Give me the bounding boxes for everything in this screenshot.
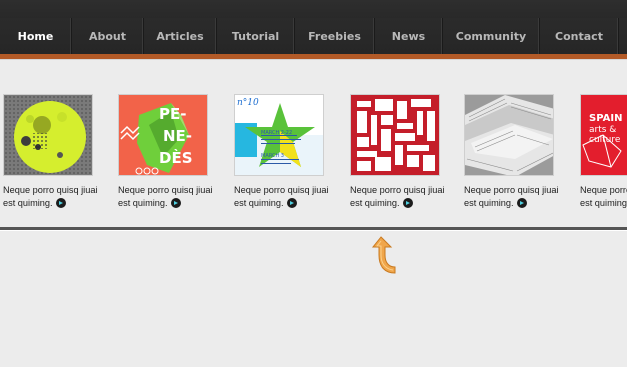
thumbnail-star[interactable]: n°10 MARCH 2-22 MARCH 3 bbox=[234, 94, 324, 176]
penedes-image: PE- NE- DÈS bbox=[119, 95, 207, 175]
yellow-circle-image bbox=[4, 95, 92, 175]
caption-line-2: est quiming. bbox=[350, 198, 400, 208]
item-caption: Neque porro est quiming. bbox=[580, 184, 627, 210]
nav-tutorial[interactable]: Tutorial bbox=[217, 18, 295, 54]
nav-articles-label: Articles bbox=[156, 29, 204, 43]
nav-community-label: Community bbox=[455, 29, 527, 43]
nav-contact-label: Contact bbox=[555, 29, 603, 43]
play-icon[interactable] bbox=[55, 198, 66, 208]
item-caption: Neque porro quisq jiuai est quiming. bbox=[118, 184, 218, 210]
svg-text:culture: culture bbox=[589, 135, 621, 145]
nav-about[interactable]: About bbox=[72, 18, 144, 54]
caption-line-1: Neque porro quisq jiuai bbox=[234, 185, 329, 195]
curved-arrow-icon[interactable] bbox=[371, 233, 401, 277]
featured-carousel: Neque porro quisq jiuai est quiming. PE-… bbox=[0, 94, 627, 220]
svg-text:MARCH 3: MARCH 3 bbox=[261, 153, 284, 159]
play-icon[interactable] bbox=[286, 198, 297, 208]
thumbnail-typography[interactable] bbox=[350, 94, 440, 176]
nav-freebies-label: Freebies bbox=[308, 29, 361, 43]
typography-image bbox=[351, 95, 439, 175]
caption-line-2: est quiming. bbox=[580, 198, 627, 208]
svg-text:SPAIN: SPAIN bbox=[589, 113, 622, 124]
item-caption: Neque porro quisq jiuai est quiming. bbox=[464, 184, 564, 210]
carousel-item[interactable]: Neque porro quisq jiuai est quiming. bbox=[350, 94, 450, 210]
caption-line-2: est quiming. bbox=[464, 198, 514, 208]
nav-community[interactable]: Community bbox=[443, 18, 540, 54]
caption-line-1: Neque porro quisq jiuai bbox=[350, 185, 445, 195]
thumbnail-spain[interactable]: SPAIN arts & culture bbox=[580, 94, 627, 176]
carousel-item[interactable]: PE- NE- DÈS Neque porro quisq jiuai est … bbox=[118, 94, 218, 210]
caption-line-1: Neque porro quisq jiuai bbox=[3, 185, 98, 195]
nav-about-label: About bbox=[88, 29, 127, 43]
nav-articles[interactable]: Articles bbox=[144, 18, 217, 54]
svg-text:PE-: PE- bbox=[159, 105, 186, 123]
caption-line-2: est quiming. bbox=[3, 198, 53, 208]
nav-news[interactable]: News bbox=[375, 18, 443, 54]
carousel-item[interactable]: Neque porro quisq jiuai est quiming. bbox=[3, 94, 103, 210]
caption-line-1: Neque porro quisq jiuai bbox=[118, 185, 213, 195]
caption-line-1: Neque porro quisq jiuai bbox=[464, 185, 559, 195]
thumbnail-yellow-circle[interactable] bbox=[3, 94, 93, 176]
star-image: n°10 MARCH 2-22 MARCH 3 bbox=[235, 95, 323, 175]
carousel-item[interactable]: Neque porro quisq jiuai est quiming. bbox=[464, 94, 564, 210]
caption-line-2: est quiming. bbox=[118, 198, 168, 208]
caption-line-1: Neque porro bbox=[580, 185, 627, 195]
nav-freebies[interactable]: Freebies bbox=[295, 18, 375, 54]
item-caption: Neque porro quisq jiuai est quiming. bbox=[3, 184, 103, 210]
nav-contact[interactable]: Contact bbox=[540, 18, 619, 54]
nav-home[interactable]: Home bbox=[0, 18, 72, 54]
svg-text:MARCH 2-22: MARCH 2-22 bbox=[261, 130, 292, 136]
play-icon[interactable] bbox=[170, 198, 181, 208]
carousel-item[interactable]: n°10 MARCH 2-22 MARCH 3 Neque porro quis… bbox=[234, 94, 334, 210]
nav-tutorial-label: Tutorial bbox=[231, 29, 280, 43]
caption-line-2: est quiming. bbox=[234, 198, 284, 208]
svg-text:DÈS: DÈS bbox=[159, 148, 193, 167]
nav-home-label: Home bbox=[17, 29, 54, 43]
play-icon[interactable] bbox=[516, 198, 527, 208]
svg-text:NE-: NE- bbox=[163, 127, 192, 145]
item-caption: Neque porro quisq jiuai est quiming. bbox=[350, 184, 450, 210]
main-nav: Home About Articles Tutorial Freebies Ne… bbox=[0, 18, 627, 54]
newspapers-image bbox=[465, 95, 553, 175]
spain-image: SPAIN arts & culture bbox=[581, 95, 627, 175]
accent-bar bbox=[0, 54, 627, 60]
svg-text:arts &: arts & bbox=[589, 125, 616, 135]
section-divider bbox=[0, 227, 627, 231]
carousel-item[interactable]: SPAIN arts & culture Neque porro est qui… bbox=[580, 94, 627, 210]
thumbnail-penedes[interactable]: PE- NE- DÈS bbox=[118, 94, 208, 176]
svg-text:n°10: n°10 bbox=[237, 98, 259, 108]
item-caption: Neque porro quisq jiuai est quiming. bbox=[234, 184, 334, 210]
nav-news-label: News bbox=[391, 29, 426, 43]
play-icon[interactable] bbox=[402, 198, 413, 208]
thumbnail-newspapers[interactable] bbox=[464, 94, 554, 176]
